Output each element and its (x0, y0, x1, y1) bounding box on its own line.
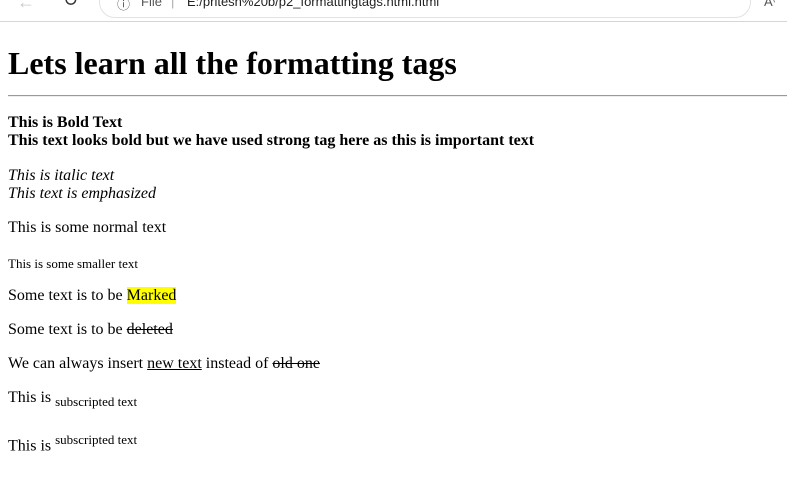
emphasized-text: This text is emphasized (8, 185, 156, 202)
mark-line: Some text is to be Marked (8, 287, 177, 305)
deleted-line: Some text is to be deleted (8, 321, 173, 339)
superscript-text: subscripted text (55, 432, 138, 447)
info-icon[interactable]: ⓘ (117, 0, 130, 13)
strong-text: This text looks bold but we have used st… (8, 132, 535, 149)
read-aloud-icon[interactable]: A⁽ (764, 0, 776, 10)
address-separator: | (171, 0, 175, 9)
superscript-line: This is subscripted text (8, 431, 137, 455)
horizontal-rule (8, 95, 787, 97)
file-label: File (141, 0, 162, 9)
subscript-text: subscripted text (55, 394, 138, 410)
inserted-prefix: We can always insert (8, 355, 148, 372)
italic-text: This is italic text (8, 167, 115, 184)
superscript-prefix: This is (8, 437, 56, 455)
deleted-text: deleted (126, 321, 173, 338)
url-text[interactable]: E:/pritesh%20b/p2_formattingtags.html.ht… (187, 0, 439, 9)
reload-icon[interactable]: ↻ (63, 0, 78, 11)
inserted-text: new text (147, 355, 202, 372)
page-heading: Lets learn all the formatting tags (8, 45, 457, 81)
browser-toolbar: ← ↻ ⓘ File | E:/pritesh%20b/p2_formattin… (0, 0, 787, 22)
back-arrow-icon[interactable]: ← (17, 0, 35, 13)
marked-text: Marked (126, 287, 177, 304)
subscript-line: This is subscripted text (8, 389, 137, 411)
inserted-line: We can always insert new text instead of… (8, 355, 320, 373)
mark-prefix: Some text is to be (8, 287, 127, 304)
small-text: This is some smaller text (8, 256, 138, 271)
inserted-middle: instead of (201, 355, 273, 372)
deleted-prefix: Some text is to be (8, 321, 127, 338)
old-text: old one (272, 355, 320, 372)
subscript-prefix: This is (8, 389, 56, 406)
normal-text: This is some normal text (8, 219, 167, 236)
bold-text: This is Bold Text (8, 114, 123, 131)
